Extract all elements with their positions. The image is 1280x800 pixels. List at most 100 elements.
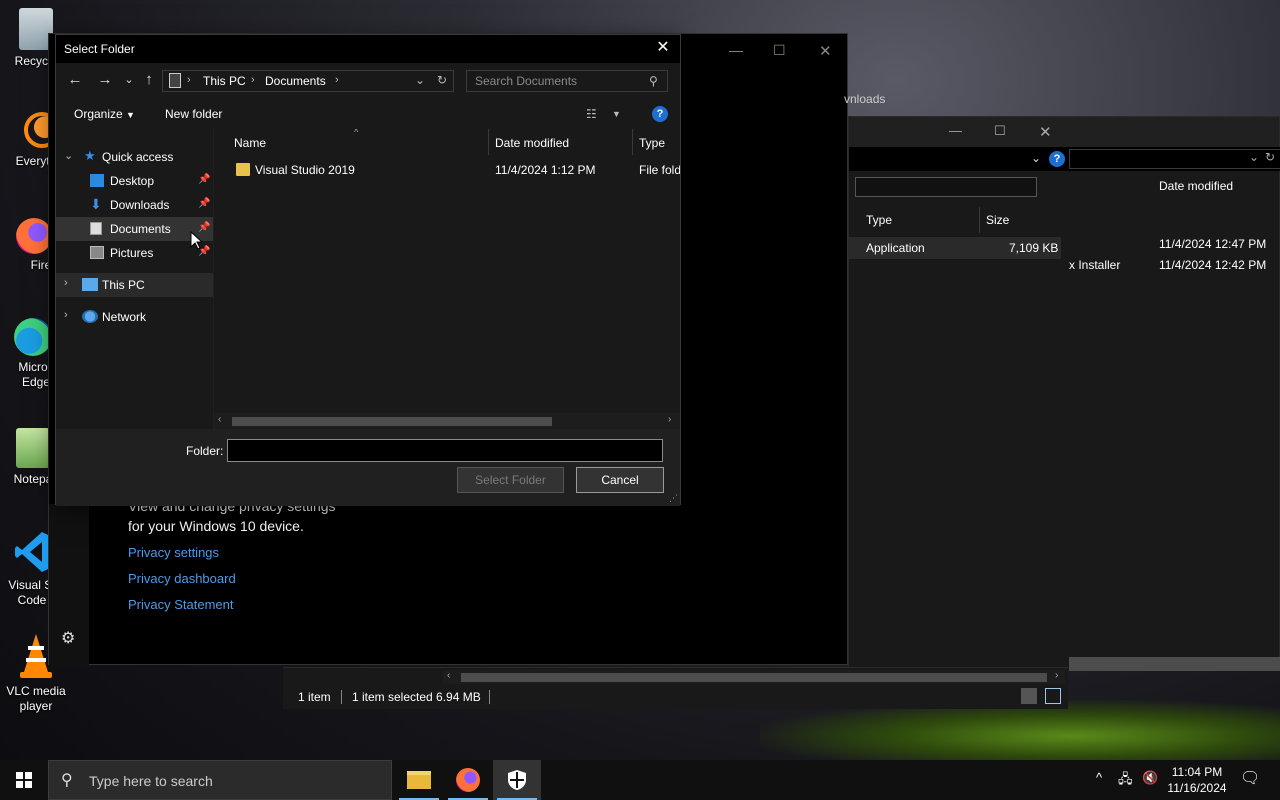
status-selection: 1 item selected 6.94 MB xyxy=(352,690,481,704)
dialog-footer: Folder: Select Folder Cancel ⋰ xyxy=(56,429,680,506)
nav-item-network[interactable]: › Network xyxy=(56,305,213,329)
address-bar[interactable]: › This PC › Documents › ⌄ ↻ xyxy=(162,70,454,92)
close-icon[interactable]: ✕ xyxy=(819,42,832,60)
column-header-size[interactable]: Size xyxy=(986,213,1009,227)
scroll-thumb[interactable] xyxy=(461,673,1047,682)
chevron-down-icon[interactable]: ⌄ xyxy=(1031,151,1041,165)
horizontal-scrollbar[interactable]: ‹ › xyxy=(214,413,680,429)
scroll-thumb[interactable] xyxy=(232,417,552,426)
nav-label: Network xyxy=(102,310,147,324)
gear-icon[interactable]: ⚙ xyxy=(61,628,75,648)
edge-icon xyxy=(14,318,52,356)
select-folder-dialog[interactable]: Select Folder ✕ ← → ⌄ ↑ › This PC › Docu… xyxy=(55,34,681,506)
firefox-icon xyxy=(456,768,480,792)
up-arrow-icon[interactable]: ↑ xyxy=(140,71,158,89)
breadcrumb-tail[interactable]: vnloads xyxy=(844,92,885,106)
address-strip[interactable]: ⌄ ? ⌄ ↻ xyxy=(849,147,1280,171)
search-input[interactable] xyxy=(467,71,637,91)
folder-name-input[interactable] xyxy=(227,439,663,462)
show-hidden-icons-chevron-icon[interactable]: ^ xyxy=(1096,770,1102,785)
volume-muted-icon[interactable]: 🔇 xyxy=(1142,770,1158,786)
help-icon[interactable]: ? xyxy=(1049,151,1065,167)
this-pc-icon xyxy=(169,73,181,88)
chevron-down-icon[interactable]: ⌄ xyxy=(64,149,73,162)
refresh-icon[interactable]: ↻ xyxy=(437,73,447,87)
back-arrow-icon[interactable]: ← xyxy=(66,71,84,89)
action-center-icon[interactable]: 🗨 xyxy=(1240,768,1260,788)
breadcrumb-this-pc[interactable]: This PC xyxy=(203,74,246,88)
pin-icon[interactable]: 📌 xyxy=(198,174,210,185)
nav-item-downloads[interactable]: ⬇ Downloads 📌 xyxy=(56,193,213,217)
close-icon[interactable]: ✕ xyxy=(654,39,672,57)
close-icon[interactable]: ✕ xyxy=(1039,123,1052,141)
nav-label: This PC xyxy=(102,278,145,292)
organize-button[interactable]: Organize ▼ xyxy=(74,107,135,121)
privacy-statement-link[interactable]: Privacy Statement xyxy=(128,597,234,612)
chevron-right-icon[interactable]: › xyxy=(64,309,68,321)
minimize-icon[interactable]: — xyxy=(949,123,962,138)
background-explorer-window[interactable]: — ☐ ✕ ⌄ ? ⌄ ↻ Type Size Application 7,10… xyxy=(848,116,1280,671)
maximize-icon[interactable]: ☐ xyxy=(994,123,1006,139)
dialog-title: Select Folder xyxy=(64,42,135,56)
taskbar-security[interactable] xyxy=(493,760,541,800)
search-icon[interactable]: ⚲ xyxy=(649,74,658,88)
start-button[interactable] xyxy=(0,760,48,800)
notepad-icon xyxy=(16,428,50,468)
scrollbar[interactable] xyxy=(1069,657,1280,671)
resize-grip-icon[interactable]: ⋰ xyxy=(669,493,678,504)
dialog-titlebar[interactable]: Select Folder ✕ xyxy=(56,35,680,63)
details-view-icon[interactable] xyxy=(1021,688,1037,704)
scroll-right-icon[interactable]: › xyxy=(1055,670,1058,681)
folder-icon xyxy=(407,771,431,789)
network-status-icon[interactable]: 🖧 xyxy=(1118,770,1133,792)
nav-item-desktop[interactable]: Desktop 📌 xyxy=(56,169,213,193)
file-row[interactable]: Visual Studio 2019 11/4/2024 1:12 PM Fil… xyxy=(214,159,680,181)
column-header-date[interactable]: Date modified xyxy=(1159,179,1233,193)
minimize-icon[interactable]: — xyxy=(729,42,743,58)
help-icon[interactable]: ? xyxy=(652,106,668,122)
chevron-right-icon[interactable]: › xyxy=(64,277,68,289)
taskbar-file-explorer[interactable] xyxy=(395,760,443,800)
refresh-icon[interactable]: ↻ xyxy=(1265,150,1275,164)
view-options-icon[interactable]: ☷ xyxy=(586,107,597,121)
pin-icon[interactable]: 📌 xyxy=(198,198,210,209)
large-icons-view-icon[interactable] xyxy=(1045,688,1061,704)
scroll-left-icon[interactable]: ‹ xyxy=(447,670,450,681)
column-header-date-modified[interactable]: Date modified xyxy=(489,129,633,155)
search-input[interactable] xyxy=(855,177,1037,197)
nav-item-quick-access[interactable]: ⌄ ★ Quick access xyxy=(56,145,213,169)
search-box[interactable]: ⚲ xyxy=(466,70,668,92)
column-header-name[interactable]: Name xyxy=(214,129,488,155)
recent-locations-chevron-icon[interactable]: ⌄ xyxy=(120,71,138,89)
taskbar-firefox[interactable] xyxy=(444,760,492,800)
column-header-type[interactable]: Type xyxy=(866,213,892,227)
horizontal-scrollbar[interactable]: ‹ › xyxy=(443,670,1065,684)
status-divider xyxy=(489,690,490,704)
privacy-settings-link[interactable]: Privacy settings xyxy=(128,545,219,560)
new-folder-button[interactable]: New folder xyxy=(165,107,222,121)
clock-time: 11:04 PM xyxy=(1171,765,1223,779)
address-history-chevron-icon[interactable]: ⌄ xyxy=(415,73,425,87)
breadcrumb-documents[interactable]: Documents xyxy=(265,74,326,88)
window-titlebar[interactable] xyxy=(849,117,1279,147)
status-item-count: 1 item xyxy=(298,690,331,704)
forward-arrow-icon[interactable]: → xyxy=(96,71,114,89)
taskbar-search-box[interactable]: ⚲ Type here to search xyxy=(48,760,392,800)
scroll-left-icon[interactable]: ‹ xyxy=(218,414,221,425)
desktop-icon xyxy=(90,174,104,187)
taskbar-clock[interactable]: 11:04 PM 11/16/2024 xyxy=(1162,764,1232,796)
nav-item-this-pc[interactable]: › This PC xyxy=(56,273,213,297)
dialog-toolbar: Organize ▼ New folder ☷ ▼ xyxy=(56,99,680,129)
row-date: 11/4/2024 12:42 PM xyxy=(1159,258,1267,272)
cancel-button[interactable]: Cancel xyxy=(576,467,664,493)
maximize-icon[interactable]: ☐ xyxy=(773,42,786,59)
scroll-right-icon[interactable]: › xyxy=(668,414,671,425)
row-date: 11/4/2024 12:47 PM xyxy=(1159,237,1267,251)
select-folder-button[interactable]: Select Folder xyxy=(457,467,564,493)
table-row[interactable]: Application 7,109 KB xyxy=(849,237,1061,259)
privacy-dashboard-link[interactable]: Privacy dashboard xyxy=(128,571,236,586)
column-header-type[interactable]: Type xyxy=(633,129,680,155)
wallpaper-grass xyxy=(760,700,1280,760)
view-dropdown-arrow-icon[interactable]: ▼ xyxy=(612,109,621,119)
chevron-down-icon[interactable]: ⌄ xyxy=(1249,150,1259,164)
